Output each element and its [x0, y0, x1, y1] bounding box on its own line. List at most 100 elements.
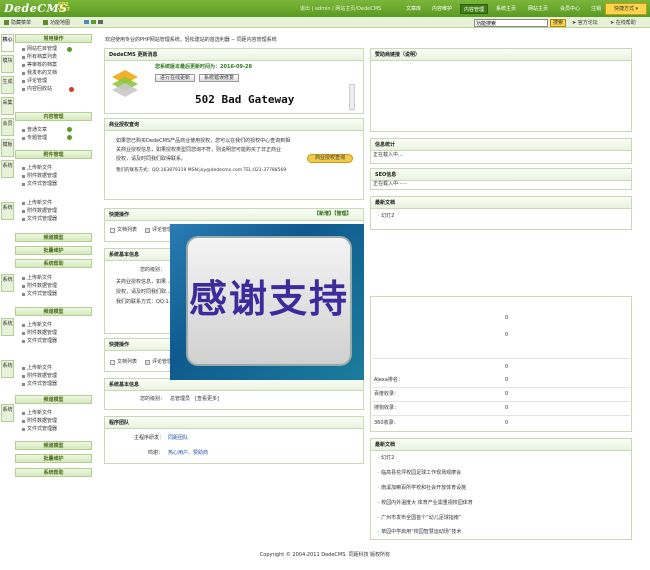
sidebar-item[interactable]: 等审核的档案	[27, 62, 57, 69]
vtab-system[interactable]: 系统	[1, 160, 14, 178]
sidebar-item[interactable]: 文件式管理器	[27, 381, 57, 388]
function-map-icon[interactable]	[43, 20, 48, 25]
search-button[interactable]: 搜索	[550, 19, 566, 27]
sidebar-section-channel[interactable]: 频道模型	[15, 307, 92, 316]
hide-menu-icon[interactable]	[4, 20, 9, 25]
sidebar-section-batch[interactable]: 批量维护	[15, 454, 92, 463]
sidebar-item[interactable]: 文件式管理器	[27, 291, 57, 298]
sidebar-item[interactable]: 上传新文件	[27, 165, 52, 172]
user-links[interactable]: 退出 | admin | 网站主页/DedeCMS	[300, 5, 381, 12]
sidebar-item[interactable]: 文件式管理器	[27, 426, 57, 433]
doc-link[interactable]: · 萃园中学启用“校园智慧运动场”技术	[378, 529, 461, 536]
add-icon[interactable]	[67, 135, 72, 140]
skin-gray-icon[interactable]	[98, 20, 103, 24]
quick-ops-links[interactable]: 【新增】【管理】	[314, 211, 352, 218]
sidebar-item[interactable]: 附件数据管理	[27, 283, 57, 290]
vtab-system[interactable]: 系统	[1, 274, 14, 292]
sidebar-item[interactable]: 上传新文件	[27, 410, 52, 417]
sidebar-item[interactable]: 专题管理	[27, 135, 47, 142]
hide-menu-link[interactable]: 隐藏菜单	[11, 19, 31, 26]
comment-icon[interactable]	[145, 360, 150, 365]
quick-link[interactable]: 文档列表	[117, 359, 137, 366]
topnav-item[interactable]: 会员中心	[557, 4, 583, 14]
vtab-member[interactable]: 会员	[1, 118, 14, 136]
doc-link[interactable]: · 南溪加嘛百所学校和社会开放体育设施	[378, 485, 466, 492]
comment-icon[interactable]	[145, 228, 150, 233]
doc-link[interactable]: · 幻灯2	[378, 213, 394, 220]
sidebar-item[interactable]: 普通文章	[27, 127, 47, 134]
topnav-item[interactable]: 文章库	[403, 4, 424, 14]
document-icon[interactable]	[110, 228, 115, 233]
sidebar-section-attach[interactable]: 附件管理	[15, 150, 92, 159]
sidebar-item[interactable]: 上传新文件	[27, 365, 52, 372]
sidebar-item[interactable]: 附件数据管理	[27, 373, 57, 380]
sidebar-item[interactable]: 评论管理	[27, 78, 47, 85]
sidebar-section-batch[interactable]: 批量维护	[15, 246, 92, 255]
add-icon[interactable]	[67, 127, 72, 132]
bug-fix-button[interactable]: 系统错误修复	[199, 74, 239, 82]
sidebar-item[interactable]: 网站栏目管理	[27, 46, 57, 53]
sidebar-item[interactable]: 上传新文件	[27, 200, 52, 207]
sidebar-item[interactable]: 附件数据管理	[27, 208, 57, 215]
sidebar-item[interactable]: 所有档案列表	[27, 54, 57, 61]
doc-link[interactable]: · 幻灯2	[378, 455, 394, 462]
recycle-icon[interactable]	[69, 87, 74, 92]
sidebar-section-help[interactable]: 系统帮助	[15, 259, 92, 268]
sidebar-section-channel[interactable]: 频道模型	[15, 441, 92, 450]
topnav-item[interactable]: 注销	[588, 4, 604, 14]
vtab-system[interactable]: 系统	[1, 404, 14, 422]
quick-link[interactable]: 评论管理	[152, 359, 172, 366]
skin-blue-icon[interactable]	[84, 20, 89, 24]
sidebar-item[interactable]: 上传新文件	[27, 275, 52, 282]
forum-link[interactable]: ➤ 官方论坛	[572, 19, 598, 26]
quick-link[interactable]: 评论管理	[152, 227, 172, 234]
doc-link[interactable]: · 广州市发布全国首个“幼儿足球指南”	[378, 515, 461, 522]
doc-link[interactable]: · 校园内外温度大 体育产业需重视校园体育	[378, 500, 473, 507]
thanks-link[interactable]: 热心用户、赞助商	[168, 450, 208, 457]
panel-title: 信息统计	[371, 139, 631, 151]
sidebar-section-channel[interactable]: 频道模型	[15, 233, 92, 242]
vtab-system[interactable]: 系统	[1, 318, 14, 336]
dev-link[interactable]: 同距团队	[168, 435, 188, 442]
sidebar-item[interactable]: 内容回收站	[27, 86, 52, 93]
document-icon[interactable]	[110, 360, 115, 365]
sidebar-item[interactable]: 文件式管理器	[27, 338, 57, 345]
view-more-link[interactable]: [查看更多]	[195, 396, 219, 403]
auth-query-button[interactable]: 商业授权查询	[307, 154, 353, 163]
function-search-input[interactable]	[474, 19, 548, 27]
topnav-item[interactable]: 内容维护	[429, 4, 455, 14]
system-info-panel: 系统基本信息	[104, 378, 364, 410]
sidebar-item[interactable]: 文件式管理器	[27, 181, 57, 188]
sidebar-section-channel[interactable]: 频道模型	[15, 395, 92, 404]
doc-link[interactable]: · 临高县花坪校园足球工作现场观摩会	[378, 470, 461, 477]
vtab-generate[interactable]: 生成	[1, 76, 14, 94]
help-link[interactable]: ➤ 在线帮助	[610, 19, 636, 26]
sidebar-item[interactable]: 附件数据管理	[27, 330, 57, 337]
vtab-template[interactable]: 模板	[1, 139, 14, 157]
topnav-item[interactable]: 网站主页	[525, 4, 551, 14]
bullet-icon	[22, 137, 25, 140]
quick-menu-button[interactable]: 快捷方式 ▾	[605, 3, 647, 15]
vertical-tabs: 核心 模块 生成 采集 会员 模板 系统 系统 系统 系统 系统 系统	[1, 34, 14, 434]
quick-link[interactable]: 文档列表	[117, 227, 137, 234]
sidebar-item[interactable]: 附件数据管理	[27, 173, 57, 180]
skin-green-icon[interactable]	[91, 20, 96, 24]
vtab-system[interactable]: 系统	[1, 202, 14, 220]
sidebar-section-common[interactable]: 常用操作	[15, 34, 92, 43]
vtab-modules[interactable]: 模块	[1, 55, 14, 73]
function-map-link[interactable]: 功能地图	[50, 19, 70, 26]
topnav-item[interactable]: 系统主页	[493, 4, 519, 14]
vtab-system[interactable]: 系统	[1, 360, 14, 378]
sidebar-item[interactable]: 附件数据管理	[27, 418, 57, 425]
topnav-item-active[interactable]: 内容管理	[460, 4, 489, 14]
sidebar-item[interactable]: 文件式管理器	[27, 216, 57, 223]
sidebar-section-help[interactable]: 系统帮助	[15, 468, 92, 477]
sidebar-item[interactable]: 上传新文件	[27, 322, 52, 329]
vtab-collect[interactable]: 采集	[1, 97, 14, 115]
online-update-button[interactable]: 进行在线更新	[155, 74, 195, 82]
sidebar-item[interactable]: 我发布的文档	[27, 70, 57, 77]
scrollbar[interactable]	[349, 84, 355, 110]
vtab-core[interactable]: 核心	[1, 34, 14, 52]
add-icon[interactable]	[67, 47, 72, 52]
sidebar-section-content[interactable]: 内容管理	[15, 112, 92, 121]
